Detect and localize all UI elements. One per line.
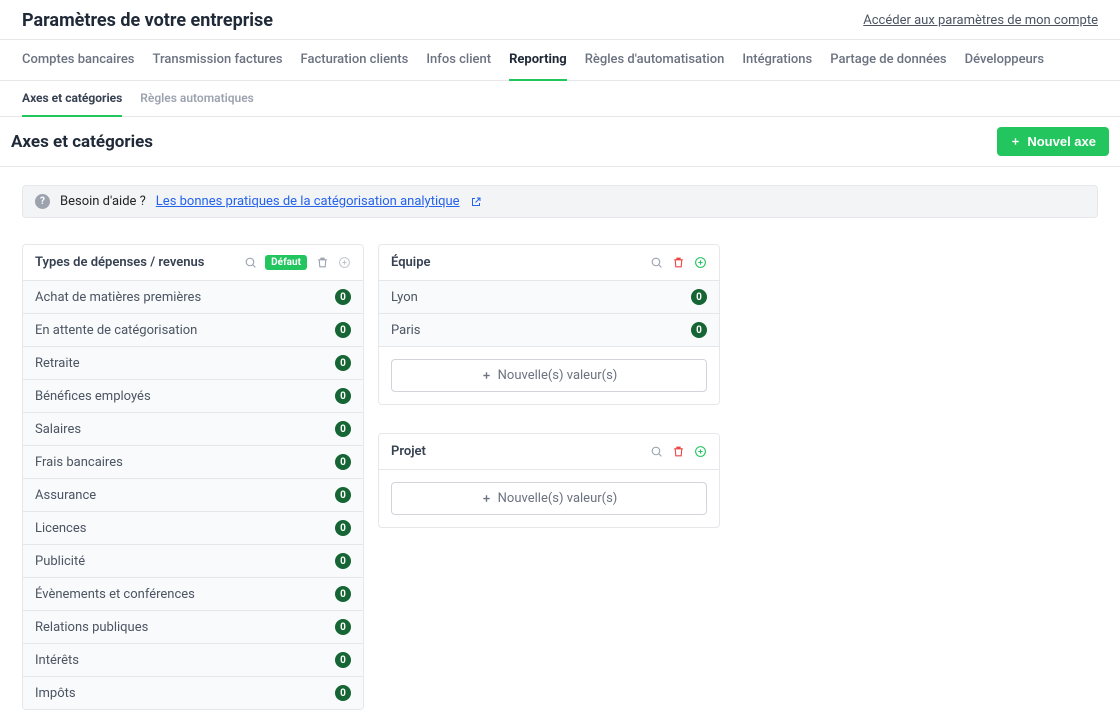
axis-value-count: 0 xyxy=(335,289,351,305)
axis-title: Équipe xyxy=(391,255,641,270)
page-title: Paramètres de votre entreprise xyxy=(22,10,273,31)
external-link-icon xyxy=(470,196,482,208)
main-tab[interactable]: Reporting xyxy=(509,40,567,81)
main-tab[interactable]: Développeurs xyxy=(965,40,1044,80)
axis-value-count: 0 xyxy=(335,619,351,635)
axis-value-count: 0 xyxy=(335,586,351,602)
axis-value-label: Salaires xyxy=(35,422,81,437)
axis-value-label: Licences xyxy=(35,521,86,536)
main-tab[interactable]: Transmission factures xyxy=(153,40,283,80)
new-value-button[interactable]: Nouvelle(s) valeur(s) xyxy=(391,359,707,392)
trash-icon[interactable] xyxy=(671,445,685,459)
main-tab[interactable]: Infos client xyxy=(426,40,491,80)
axis-value-row[interactable]: Évènements et conférences 0 xyxy=(23,578,363,611)
axis-value-count: 0 xyxy=(335,355,351,371)
axis-value-row[interactable]: Bénéfices employés 0 xyxy=(23,380,363,413)
plus-icon xyxy=(1010,136,1021,147)
axis-value-count: 0 xyxy=(335,553,351,569)
main-tab[interactable]: Partage de données xyxy=(830,40,946,80)
axis-value-row[interactable]: Paris 0 xyxy=(379,314,719,347)
axis-value-row[interactable]: Achat de matières premières 0 xyxy=(23,281,363,314)
axis-value-count: 0 xyxy=(335,388,351,404)
new-value-label: Nouvelle(s) valeur(s) xyxy=(498,368,618,383)
axis-card: Types de dépenses / revenus Défaut Achat d… xyxy=(22,244,364,710)
axis-value-label: Retraite xyxy=(35,356,80,371)
axis-value-label: Évènements et conférences xyxy=(35,587,195,602)
account-settings-link[interactable]: Accéder aux paramètres de mon compte xyxy=(863,13,1098,28)
help-link[interactable]: Les bonnes pratiques de la catégorisatio… xyxy=(156,194,460,209)
axis-value-row[interactable]: Publicité 0 xyxy=(23,545,363,578)
axis-value-row[interactable]: Lyon 0 xyxy=(379,281,719,314)
axis-value-label: Paris xyxy=(391,323,420,338)
trash-icon xyxy=(315,256,329,270)
axis-card: Projet Nouvelle(s) valeur(s) xyxy=(378,433,720,528)
axis-title: Projet xyxy=(391,444,641,459)
axis-value-count: 0 xyxy=(335,454,351,470)
main-tab[interactable]: Règles d'automatisation xyxy=(585,40,725,80)
help-label: Besoin d'aide ? xyxy=(60,194,146,209)
axis-value-count: 0 xyxy=(335,322,351,338)
section-title: Axes et catégories xyxy=(11,132,153,152)
axis-value-label: En attente de catégorisation xyxy=(35,323,197,338)
axis-title: Types de dépenses / revenus xyxy=(35,255,235,270)
axis-value-label: Frais bancaires xyxy=(35,455,123,470)
axis-value-count: 0 xyxy=(335,652,351,668)
new-axis-button[interactable]: Nouvel axe xyxy=(997,127,1109,156)
help-icon: ? xyxy=(35,194,50,209)
search-icon[interactable] xyxy=(243,256,257,270)
axis-value-label: Assurance xyxy=(35,488,96,503)
help-banner: ? Besoin d'aide ? Les bonnes pratiques d… xyxy=(22,185,1098,218)
add-value-icon[interactable] xyxy=(337,256,351,270)
new-value-button[interactable]: Nouvelle(s) valeur(s) xyxy=(391,482,707,515)
axis-value-row[interactable]: Impôts 0 xyxy=(23,677,363,709)
main-tab[interactable]: Facturation clients xyxy=(301,40,409,80)
axis-value-count: 0 xyxy=(335,421,351,437)
axis-value-row[interactable]: Assurance 0 xyxy=(23,479,363,512)
axis-value-label: Bénéfices employés xyxy=(35,389,151,404)
axis-value-label: Publicité xyxy=(35,554,85,569)
axis-value-label: Impôts xyxy=(35,686,76,701)
axis-value-label: Intérêts xyxy=(35,653,79,668)
search-icon[interactable] xyxy=(649,256,663,270)
new-axis-button-label: Nouvel axe xyxy=(1027,134,1096,149)
sub-tabs: Axes et catégories Règles automatiques xyxy=(0,81,1120,117)
sub-tab[interactable]: Axes et catégories xyxy=(22,81,122,117)
add-value-icon[interactable] xyxy=(693,256,707,270)
plus-icon xyxy=(481,493,492,504)
axis-card: Équipe Lyon 0 Paris 0 Nouvelle(s) valeur(s) xyxy=(378,244,720,405)
axis-value-row[interactable]: Relations publiques 0 xyxy=(23,611,363,644)
sub-tab[interactable]: Règles automatiques xyxy=(140,81,254,116)
axis-value-row[interactable]: Frais bancaires 0 xyxy=(23,446,363,479)
main-tab[interactable]: Comptes bancaires xyxy=(22,40,135,80)
add-value-icon[interactable] xyxy=(693,445,707,459)
axis-value-count: 0 xyxy=(335,487,351,503)
axis-value-row[interactable]: En attente de catégorisation 0 xyxy=(23,314,363,347)
axis-value-label: Achat de matières premières xyxy=(35,290,201,305)
axis-value-row[interactable]: Retraite 0 xyxy=(23,347,363,380)
axis-value-row[interactable]: Intérêts 0 xyxy=(23,644,363,677)
plus-icon xyxy=(481,370,492,381)
axis-value-count: 0 xyxy=(335,685,351,701)
axis-value-count: 0 xyxy=(691,322,707,338)
axis-value-count: 0 xyxy=(691,289,707,305)
main-tabs: Comptes bancaires Transmission factures Fa… xyxy=(0,40,1120,81)
search-icon[interactable] xyxy=(649,445,663,459)
trash-icon[interactable] xyxy=(671,256,685,270)
axis-value-row[interactable]: Salaires 0 xyxy=(23,413,363,446)
new-value-label: Nouvelle(s) valeur(s) xyxy=(498,491,618,506)
axis-value-label: Relations publiques xyxy=(35,620,148,635)
axis-value-row[interactable]: Licences 0 xyxy=(23,512,363,545)
axis-value-label: Lyon xyxy=(391,290,418,305)
main-tab[interactable]: Intégrations xyxy=(742,40,812,80)
axis-value-count: 0 xyxy=(335,520,351,536)
default-badge: Défaut xyxy=(265,255,307,270)
